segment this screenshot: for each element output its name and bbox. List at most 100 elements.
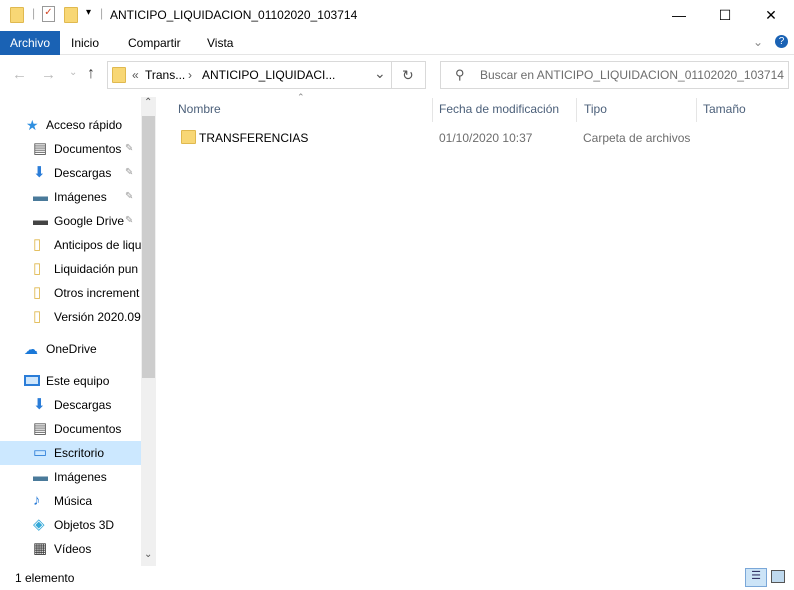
cloud-icon: ☁ bbox=[24, 341, 38, 357]
tab-compartir[interactable]: Compartir bbox=[118, 31, 191, 55]
download-icon: ⬇ bbox=[33, 396, 46, 413]
sidebar-item[interactable]: ▯ Anticipos de liqu bbox=[0, 233, 141, 257]
cloud-folder-icon: ▯ bbox=[33, 260, 42, 277]
sidebar-item[interactable]: ▯ Liquidación pun bbox=[0, 257, 141, 281]
new-folder-icon[interactable] bbox=[64, 7, 78, 23]
pin-icon[interactable]: ✎ bbox=[125, 209, 133, 233]
maximize-button[interactable]: ☐ bbox=[702, 0, 748, 31]
download-icon: ⬇ bbox=[33, 164, 46, 181]
ribbon: Archivo Inicio Compartir Vista ⌄ ? bbox=[0, 31, 794, 55]
sidebar-item[interactable]: ▤ Documentos bbox=[0, 417, 141, 441]
breadcrumb-separator[interactable]: › bbox=[188, 68, 192, 82]
minimize-button[interactable]: — bbox=[656, 0, 702, 31]
breadcrumb-current[interactable]: ANTICIPO_LIQUIDACI... bbox=[202, 68, 335, 82]
search-icon: ⚲ bbox=[455, 67, 465, 82]
sidebar-item-quick-access[interactable]: ★ Acceso rápido bbox=[0, 113, 141, 137]
divider[interactable] bbox=[432, 98, 433, 122]
label: Descargas bbox=[54, 398, 112, 412]
divider bbox=[391, 62, 392, 88]
tab-vista[interactable]: Vista bbox=[197, 31, 243, 55]
column-header-type[interactable]: Tipo bbox=[584, 97, 607, 122]
file-type: Carpeta de archivos bbox=[583, 131, 691, 145]
column-header-modified[interactable]: Fecha de modificación bbox=[439, 97, 559, 122]
music-icon: ♪ bbox=[33, 492, 41, 509]
address-bar[interactable]: « Trans... › ANTICIPO_LIQUIDACI... ⌄ ↻ bbox=[107, 61, 426, 89]
pictures-icon: ▬ bbox=[33, 468, 48, 485]
sidebar-item[interactable]: ⬇ Descargas bbox=[0, 393, 141, 417]
divider: | bbox=[100, 6, 104, 20]
tab-archivo[interactable]: Archivo bbox=[0, 31, 61, 55]
sidebar-item[interactable]: ♪ Música bbox=[0, 489, 141, 513]
up-button[interactable]: ↑ bbox=[87, 65, 95, 83]
sidebar-item[interactable]: ▯ Otros increment bbox=[0, 281, 141, 305]
sort-ascending-icon: ⌃ bbox=[297, 92, 305, 102]
customize-toolbar-icon[interactable]: ▾ bbox=[86, 7, 91, 18]
document-icon: ▤ bbox=[33, 420, 48, 437]
forward-button[interactable]: → bbox=[41, 66, 56, 83]
sidebar-item[interactable]: ▭ Escritorio bbox=[0, 441, 141, 465]
expand-ribbon-icon[interactable]: ⌄ bbox=[753, 35, 763, 49]
properties-icon[interactable]: ✓ bbox=[42, 6, 55, 22]
scroll-up-icon[interactable]: ⌃ bbox=[144, 97, 152, 108]
pin-icon[interactable]: ✎ bbox=[125, 185, 133, 209]
table-row[interactable]: TRANSFERENCIAS 01/10/2020 10:37 Carpeta … bbox=[170, 127, 790, 149]
document-icon: ▤ bbox=[33, 140, 48, 157]
sidebar-item-onedrive[interactable]: ☁ OneDrive bbox=[0, 337, 141, 361]
label: Descargas bbox=[54, 166, 112, 180]
label: Imágenes bbox=[54, 190, 107, 204]
column-header-size[interactable]: Tamaño bbox=[703, 97, 746, 122]
sidebar-scrollbar[interactable]: ⌃ ⌄ bbox=[141, 97, 156, 566]
file-modified: 01/10/2020 10:37 bbox=[439, 131, 533, 145]
folder-icon bbox=[112, 67, 126, 83]
large-icons-view-button[interactable] bbox=[771, 570, 785, 583]
sidebar-item[interactable]: ▤ Documentos ✎ bbox=[0, 137, 141, 161]
column-header-name[interactable]: Nombre bbox=[178, 97, 221, 122]
label: Versión 2020.09.1 bbox=[54, 310, 141, 324]
divider[interactable] bbox=[696, 98, 697, 122]
sidebar-item[interactable]: ▬ Imágenes ✎ bbox=[0, 185, 141, 209]
label: Acceso rápido bbox=[46, 118, 123, 132]
sidebar-item[interactable]: ⬇ Descargas ✎ bbox=[0, 161, 141, 185]
pictures-icon: ▬ bbox=[33, 188, 48, 205]
sidebar-item[interactable]: ▦ Vídeos bbox=[0, 537, 141, 561]
refresh-icon[interactable]: ↻ bbox=[402, 67, 414, 84]
cloud-folder-icon: ▯ bbox=[33, 284, 42, 301]
sidebar-item[interactable]: ▯ Versión 2020.09.1 bbox=[0, 305, 141, 329]
scroll-down-icon[interactable]: ⌄ bbox=[144, 549, 152, 560]
close-button[interactable]: ✕ bbox=[748, 0, 794, 31]
label: Liquidación pun bbox=[54, 262, 139, 276]
search-input[interactable]: ⚲ Buscar en ANTICIPO_LIQUIDACION_0110202… bbox=[440, 61, 789, 89]
file-name: TRANSFERENCIAS bbox=[199, 131, 309, 145]
video-icon: ▦ bbox=[33, 540, 48, 557]
back-button[interactable]: ← bbox=[12, 66, 27, 83]
tab-inicio[interactable]: Inicio bbox=[61, 31, 109, 55]
status-item-count: 1 elemento bbox=[15, 571, 75, 585]
sidebar-item[interactable]: ▬ Imágenes bbox=[0, 465, 141, 489]
title-bar: | ✓ ▾ | ANTICIPO_LIQUIDACION_01102020_10… bbox=[0, 0, 794, 31]
recent-locations-button[interactable]: ⌄ bbox=[69, 67, 77, 78]
star-icon: ★ bbox=[26, 117, 39, 133]
search-placeholder: Buscar en ANTICIPO_LIQUIDACION_01102020_… bbox=[480, 68, 784, 82]
window-title: ANTICIPO_LIQUIDACION_01102020_103714 bbox=[110, 8, 358, 22]
label: Google Drive bbox=[54, 214, 125, 228]
desktop-icon: ▭ bbox=[33, 444, 48, 461]
folder-icon bbox=[10, 7, 24, 23]
pin-icon[interactable]: ✎ bbox=[125, 161, 133, 185]
label: Imágenes bbox=[54, 470, 107, 484]
label: Otros increment bbox=[54, 286, 140, 300]
sidebar-item[interactable]: ◈ Objetos 3D bbox=[0, 513, 141, 537]
address-dropdown-icon[interactable]: ⌄ bbox=[374, 65, 386, 82]
divider[interactable] bbox=[576, 98, 577, 122]
cloud-folder-icon: ▯ bbox=[33, 308, 42, 325]
scrollbar-thumb[interactable] bbox=[142, 116, 155, 378]
3d-objects-icon: ◈ bbox=[33, 516, 45, 533]
overflow-chevron[interactable]: « bbox=[132, 68, 139, 82]
help-icon[interactable]: ? bbox=[775, 35, 788, 48]
pin-icon[interactable]: ✎ bbox=[125, 137, 133, 161]
sidebar-item-this-pc[interactable]: Este equipo bbox=[0, 369, 141, 393]
drive-icon: ▬ bbox=[33, 212, 48, 229]
breadcrumb-trans[interactable]: Trans... bbox=[145, 68, 185, 82]
folder-icon bbox=[181, 130, 196, 144]
sidebar-item[interactable]: ▬ Google Drive ✎ bbox=[0, 209, 141, 233]
details-view-button[interactable]: ☰ bbox=[745, 568, 767, 587]
